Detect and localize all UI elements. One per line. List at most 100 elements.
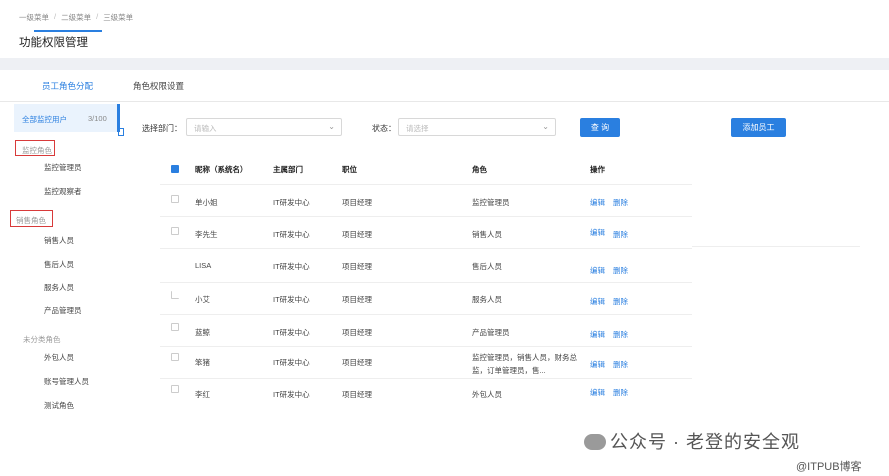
breadcrumb: 一级菜单 / 二级菜单 / 三级菜单 bbox=[19, 12, 133, 23]
breadcrumb-item[interactable]: 一级菜单 bbox=[19, 12, 49, 23]
page-header: 一级菜单 / 二级菜单 / 三级菜单 功能权限管理 bbox=[0, 0, 889, 58]
cell-dept: IT研发中心 bbox=[273, 230, 310, 239]
divider-line bbox=[692, 246, 860, 247]
chevron-down-icon: ⌄ bbox=[328, 122, 335, 131]
cell-role: 产品管理员 bbox=[472, 328, 510, 337]
sidebar-item-role[interactable]: 监控观察者 bbox=[44, 186, 82, 197]
cell-position: 项目经理 bbox=[342, 358, 372, 367]
status-select-placeholder: 请选择 bbox=[406, 124, 429, 133]
select-all-checkbox[interactable] bbox=[171, 165, 179, 173]
cell-dept: IT研发中心 bbox=[273, 262, 310, 271]
tab-employee-role[interactable]: 员工角色分配 bbox=[42, 80, 93, 92]
cell-name: 单小姐 bbox=[195, 198, 218, 207]
dept-filter-label: 选择部门： bbox=[142, 124, 182, 133]
role-sidebar: 全部监控用户 3/100 监控角色 监控管理员 监控观察者 销售角色 销售人员 … bbox=[0, 102, 124, 442]
row-checkbox[interactable] bbox=[171, 227, 179, 235]
column-header: 昵称（系统名） bbox=[195, 165, 248, 174]
add-employee-button[interactable]: 添加员工 bbox=[731, 118, 786, 137]
watermark-sub: @ITPUB博客 bbox=[796, 461, 862, 473]
cell-name: 李先生 bbox=[195, 230, 218, 239]
table-row: 蓝鲸 IT研发中心 项目经理 产品管理员 编辑 删除 bbox=[160, 314, 692, 346]
cell-dept: IT研发中心 bbox=[273, 295, 310, 304]
row-checkbox[interactable] bbox=[171, 195, 179, 203]
sidebar-item-role[interactable]: 测试角色 bbox=[44, 400, 74, 411]
cell-position: 项目经理 bbox=[342, 198, 372, 207]
row-checkbox[interactable] bbox=[171, 291, 179, 299]
watermark-text: 公众号 · 老登的安全观 bbox=[610, 432, 800, 452]
sidebar-item-role[interactable]: 产品管理员 bbox=[44, 305, 82, 316]
dept-select-placeholder: 请输入 bbox=[194, 124, 217, 133]
cell-position: 项目经理 bbox=[342, 262, 372, 271]
edit-link[interactable]: 编辑 bbox=[590, 265, 605, 276]
cell-position: 项目经理 bbox=[342, 295, 372, 304]
all-users-label: 全部监控用户 bbox=[22, 115, 67, 124]
header-divider bbox=[0, 58, 889, 70]
row-checkbox[interactable] bbox=[171, 323, 179, 331]
column-header: 主属部门 bbox=[273, 165, 303, 174]
group-title-monitor: 监控角色 bbox=[22, 146, 52, 155]
sidebar-item-all-users[interactable]: 全部监控用户 3/100 bbox=[14, 104, 120, 132]
delete-link[interactable]: 删除 bbox=[613, 329, 628, 340]
table-row: 笨猪 IT研发中心 项目经理 监控管理员，销售人员，财务总监，订单管理员，售..… bbox=[160, 346, 692, 378]
cell-dept: IT研发中心 bbox=[273, 198, 310, 207]
sidebar-item-role[interactable]: 监控管理员 bbox=[44, 162, 82, 173]
column-header: 角色 bbox=[472, 165, 487, 174]
cell-position: 项目经理 bbox=[342, 328, 372, 337]
sidebar-item-role[interactable]: 售后人员 bbox=[44, 259, 74, 270]
tab-role-permission[interactable]: 角色权限设置 bbox=[133, 80, 184, 92]
sidebar-item-role[interactable]: 账号管理人员 bbox=[44, 376, 89, 387]
cell-name: 李红 bbox=[195, 390, 210, 399]
row-checkbox[interactable] bbox=[171, 353, 179, 361]
cell-name: 小艾 bbox=[195, 295, 210, 304]
delete-link[interactable]: 删除 bbox=[613, 296, 628, 307]
delete-link[interactable]: 删除 bbox=[613, 265, 628, 276]
table-row: 单小姐 IT研发中心 项目经理 监控管理员 编辑 删除 bbox=[160, 184, 692, 216]
edit-link[interactable]: 编辑 bbox=[590, 329, 605, 340]
breadcrumb-item: 三级菜单 bbox=[103, 13, 134, 22]
wechat-icon bbox=[584, 434, 606, 450]
edit-link[interactable]: 编辑 bbox=[590, 387, 605, 398]
tab-bar: 员工角色分配 角色权限设置 bbox=[0, 70, 889, 102]
breadcrumb-separator: / bbox=[96, 12, 99, 21]
cell-position: 项目经理 bbox=[342, 390, 372, 399]
cell-role: 监控管理员，销售人员，财务总监，订单管理员，售... bbox=[472, 353, 577, 375]
sidebar-item-role[interactable]: 销售人员 bbox=[44, 235, 74, 246]
edit-link[interactable]: 编辑 bbox=[590, 296, 605, 307]
delete-link[interactable]: 删除 bbox=[613, 359, 628, 370]
cell-name: LISA bbox=[195, 261, 212, 270]
row-checkbox[interactable] bbox=[171, 385, 179, 393]
cell-role: 外包人员 bbox=[472, 390, 502, 399]
sidebar-collapse-handle[interactable] bbox=[118, 128, 124, 136]
cell-role: 销售人员 bbox=[472, 230, 502, 239]
cell-dept: IT研发中心 bbox=[273, 390, 310, 399]
edit-link[interactable]: 编辑 bbox=[590, 197, 605, 208]
delete-link[interactable]: 删除 bbox=[613, 197, 628, 208]
table-row: 李先生 IT研发中心 项目经理 销售人员 编辑 删除 bbox=[160, 216, 692, 248]
cell-name: 笨猪 bbox=[195, 358, 210, 367]
page-title: 功能权限管理 bbox=[19, 37, 88, 49]
sidebar-item-role[interactable]: 服务人员 bbox=[44, 282, 74, 293]
breadcrumb-separator: / bbox=[54, 12, 57, 21]
cell-dept: IT研发中心 bbox=[273, 358, 310, 367]
dept-select[interactable]: 请输入 ⌄ bbox=[186, 118, 342, 136]
query-button[interactable]: 查 询 bbox=[580, 118, 620, 137]
table-row: 李红 IT研发中心 项目经理 外包人员 编辑 删除 bbox=[160, 378, 692, 410]
cell-position: 项目经理 bbox=[342, 230, 372, 239]
breadcrumb-item[interactable]: 二级菜单 bbox=[61, 12, 91, 23]
cell-role: 服务人员 bbox=[472, 295, 502, 304]
table-row: LISA IT研发中心 项目经理 售后人员 编辑 删除 bbox=[160, 248, 692, 282]
cell-name: 蓝鲸 bbox=[195, 328, 210, 337]
all-users-count: 3/100 bbox=[88, 114, 107, 123]
column-header: 操作 bbox=[590, 165, 605, 174]
delete-link[interactable]: 删除 bbox=[613, 387, 628, 398]
edit-link[interactable]: 编辑 bbox=[590, 359, 605, 370]
sidebar-item-role[interactable]: 外包人员 bbox=[44, 352, 74, 363]
watermark: 公众号 · 老登的安全观 bbox=[584, 428, 800, 454]
cell-dept: IT研发中心 bbox=[273, 328, 310, 337]
status-select[interactable]: 请选择 ⌄ bbox=[398, 118, 556, 136]
edit-link[interactable]: 编辑 bbox=[590, 227, 605, 238]
active-tab-indicator bbox=[34, 30, 102, 32]
delete-link[interactable]: 删除 bbox=[613, 229, 628, 240]
row-checkbox[interactable] bbox=[171, 259, 179, 267]
column-header: 职位 bbox=[342, 165, 357, 174]
